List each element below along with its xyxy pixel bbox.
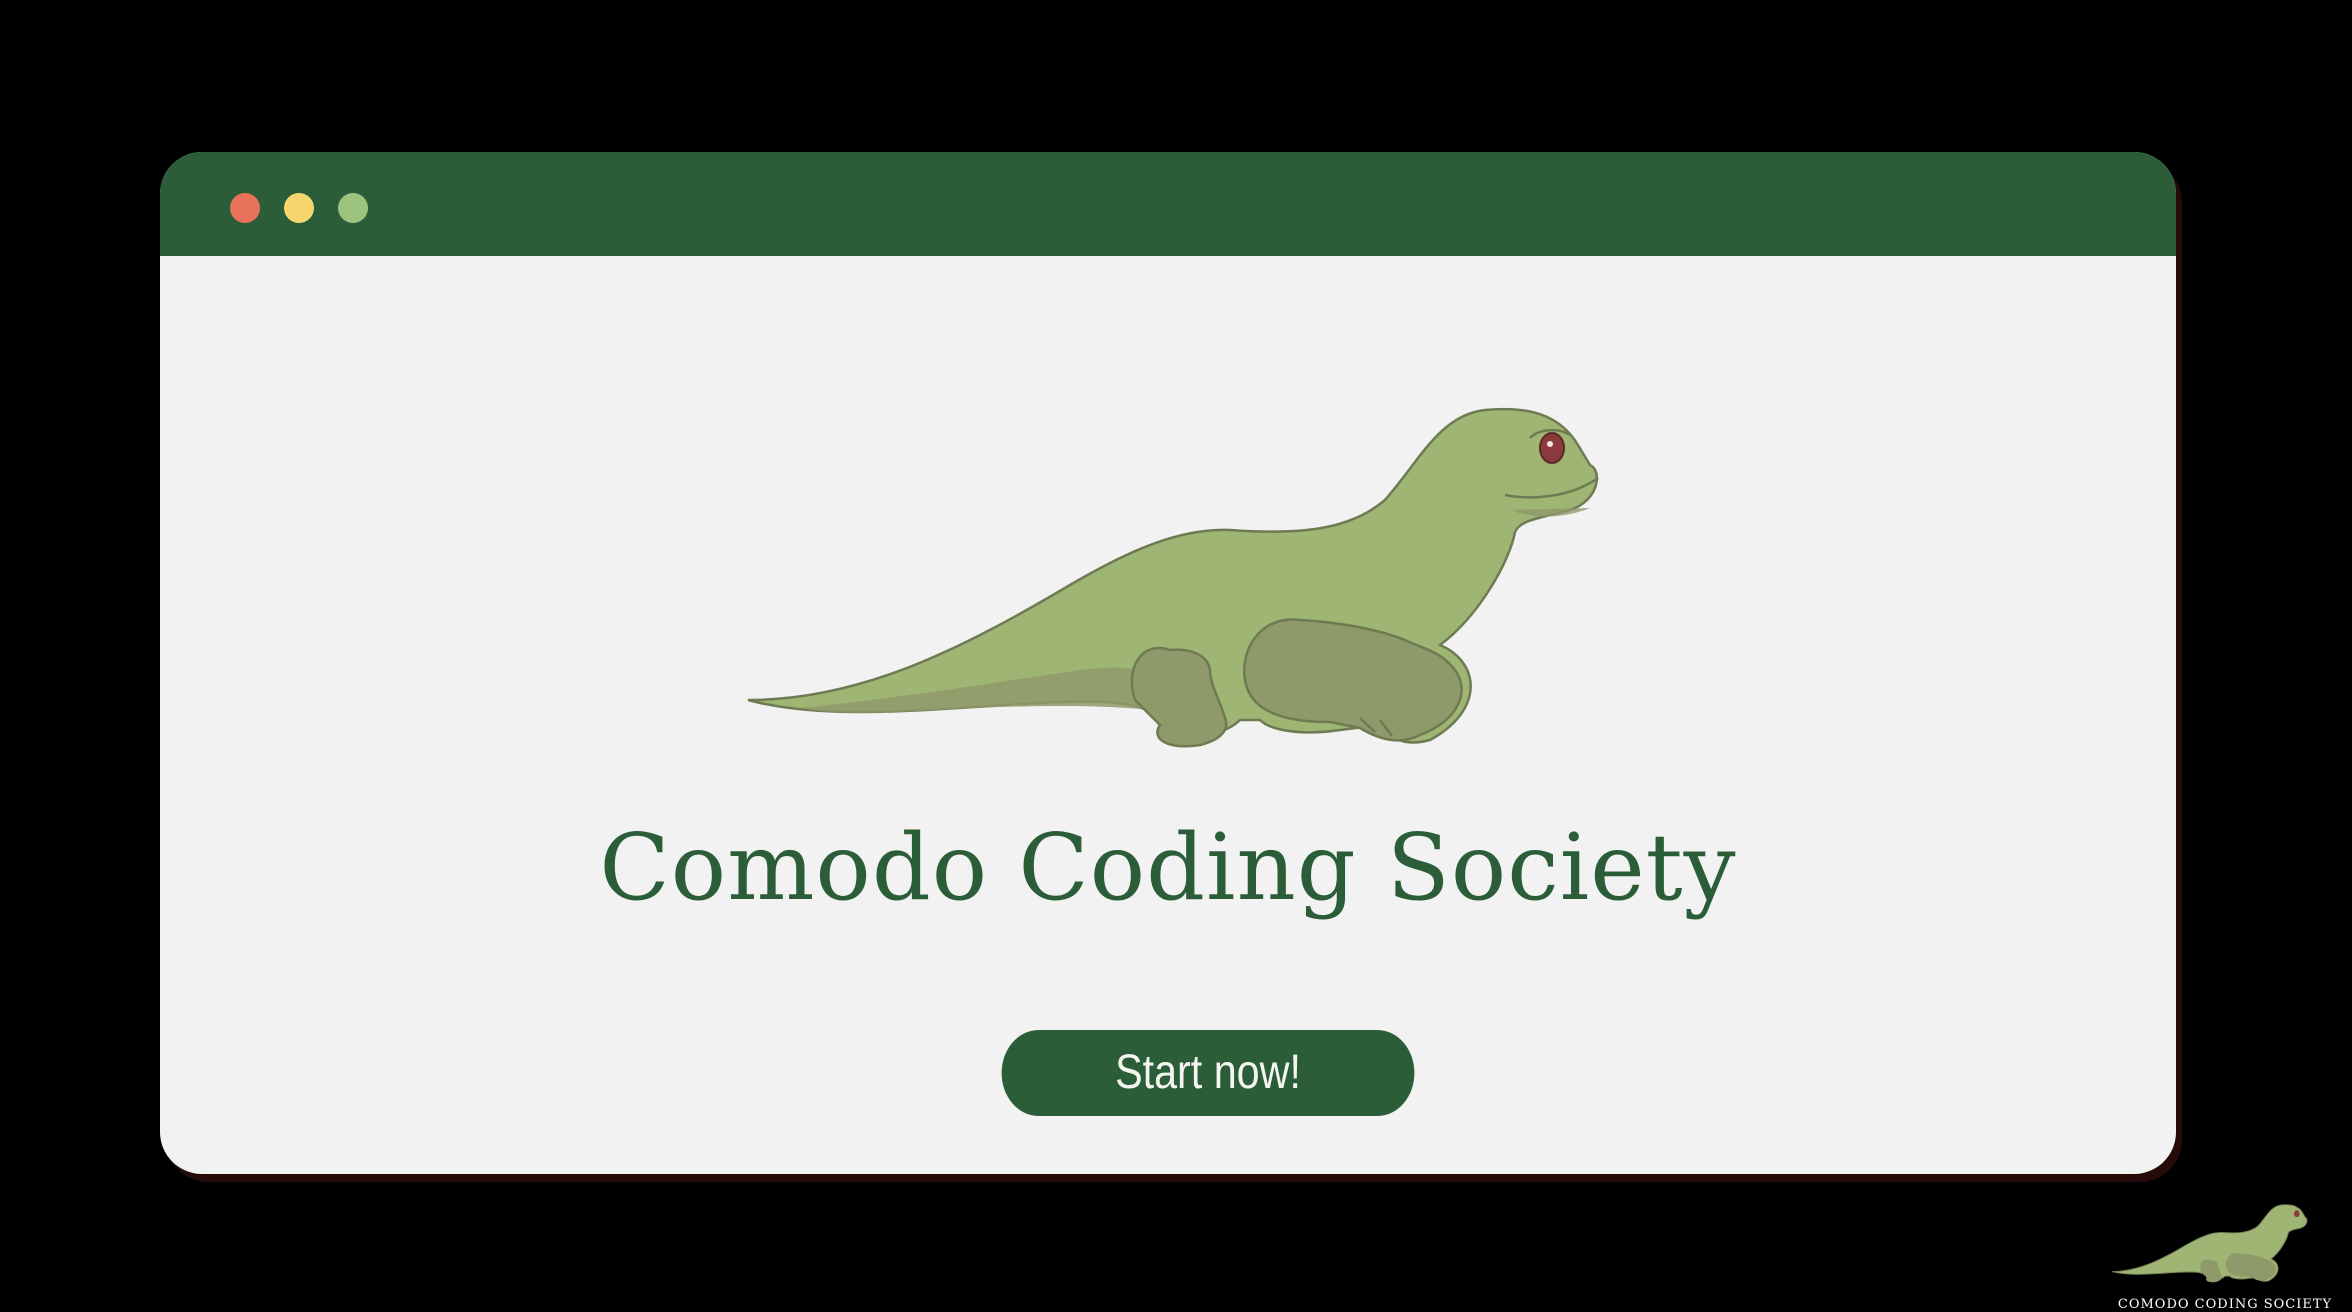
komodo-dragon-logo-icon (2111, 1204, 2308, 1283)
window-titlebar (160, 152, 2176, 256)
browser-window: Comodo Coding Society Start now! (160, 152, 2176, 1174)
footer-logo-text: COMODO CODING SOCIETY (2117, 1297, 2333, 1312)
footer-logo: COMODO CODING SOCIETY (2110, 1198, 2340, 1312)
page-title: Comodo Coding Society (599, 814, 1737, 921)
maximize-window-dot-icon[interactable] (338, 193, 368, 223)
minimize-window-dot-icon[interactable] (284, 193, 314, 223)
close-window-dot-icon[interactable] (230, 193, 260, 223)
start-now-button[interactable]: Start now! (1001, 1030, 1415, 1116)
komodo-dragon-icon (747, 407, 1599, 748)
